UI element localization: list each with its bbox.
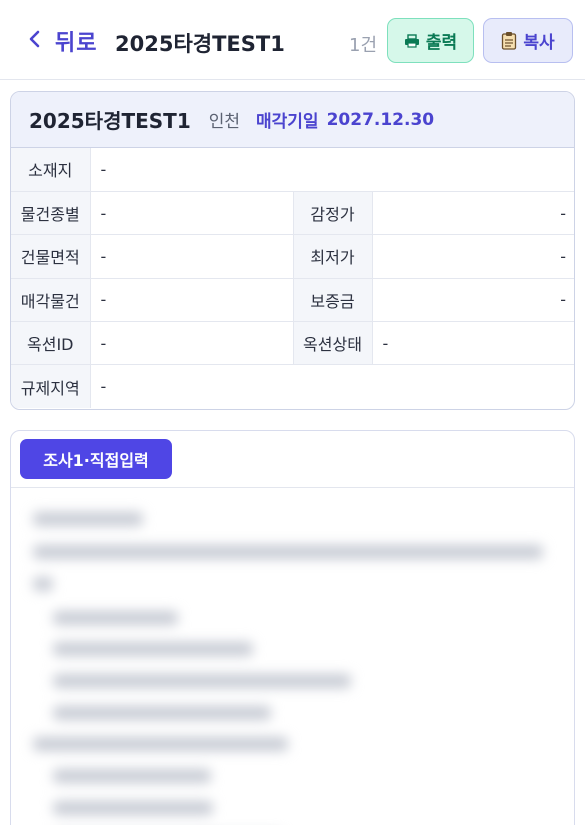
copy-button[interactable]: 복사 <box>483 18 573 63</box>
clipboard-icon <box>501 31 517 50</box>
location-value: - <box>90 148 574 192</box>
auction-status-label: 옥션상태 <box>293 321 373 366</box>
blurred-survey-content <box>11 488 574 825</box>
result-count: 1건 <box>349 35 378 56</box>
table-row: 건물면적 - 최저가 - <box>11 234 574 279</box>
auction-status-value: - <box>372 321 574 366</box>
sale-date-value: 2027.12.30 <box>326 109 435 130</box>
appraisal-value: - <box>372 191 574 236</box>
case-number: 2025타경TEST1 <box>29 109 191 133</box>
case-details-table: 소재지 - 물건종별 - 감정가 - 건물면적 - 최저가 - 매각물건 - 보… <box>11 148 574 409</box>
table-row: 물건종별 - 감정가 - <box>11 191 574 236</box>
case-summary-header: 2025타경TEST1 인천 매각기일 2027.12.30 <box>11 92 574 148</box>
appraisal-label: 감정가 <box>293 191 373 236</box>
property-type-value: - <box>90 191 294 236</box>
print-label: 출력 <box>425 33 458 53</box>
table-row: 매각물건 - 보증금 - <box>11 278 574 323</box>
back-button[interactable]: 뒤로 <box>28 26 97 56</box>
table-row: 규제지역 - <box>11 364 574 409</box>
building-area-label: 건물면적 <box>11 234 91 279</box>
zoning-label: 규제지역 <box>11 364 91 409</box>
property-type-label: 물건종별 <box>11 191 91 236</box>
case-summary-card: 2025타경TEST1 인천 매각기일 2027.12.30 소재지 - 물건종… <box>10 91 575 410</box>
sale-item-label: 매각물건 <box>11 278 91 323</box>
deposit-label: 보증금 <box>293 278 373 323</box>
print-button[interactable]: 출력 <box>387 18 474 63</box>
building-area-value: - <box>90 234 294 279</box>
top-bar: 뒤로 2025타경TEST1 1건 출력 복사 <box>0 0 585 80</box>
zoning-value: - <box>100 377 107 397</box>
survey-card: 조사1·직접입력 <box>10 430 575 825</box>
sale-date-label: 매각기일 <box>256 112 319 132</box>
survey-card-header: 조사1·직접입력 <box>11 431 574 488</box>
copy-label: 복사 <box>523 33 555 53</box>
printer-icon <box>404 33 420 48</box>
location-label: 소재지 <box>11 148 91 192</box>
case-region: 인천 <box>208 112 241 132</box>
chevron-left-icon <box>28 30 42 52</box>
back-label: 뒤로 <box>55 31 98 56</box>
table-row: 소재지 - <box>11 148 574 192</box>
survey-source-tag[interactable]: 조사1·직접입력 <box>20 439 172 479</box>
minimum-price-value: - <box>372 234 574 279</box>
deposit-value: - <box>372 278 574 323</box>
minimum-price-label: 최저가 <box>293 234 373 279</box>
sale-item-value: - <box>90 278 294 323</box>
page-title: 2025타경TEST1 <box>115 32 285 56</box>
table-row: 옥션ID - 옥션상태 - <box>11 321 574 366</box>
auction-id-value: - <box>90 321 294 366</box>
auction-id-label: 옥션ID <box>11 321 91 366</box>
